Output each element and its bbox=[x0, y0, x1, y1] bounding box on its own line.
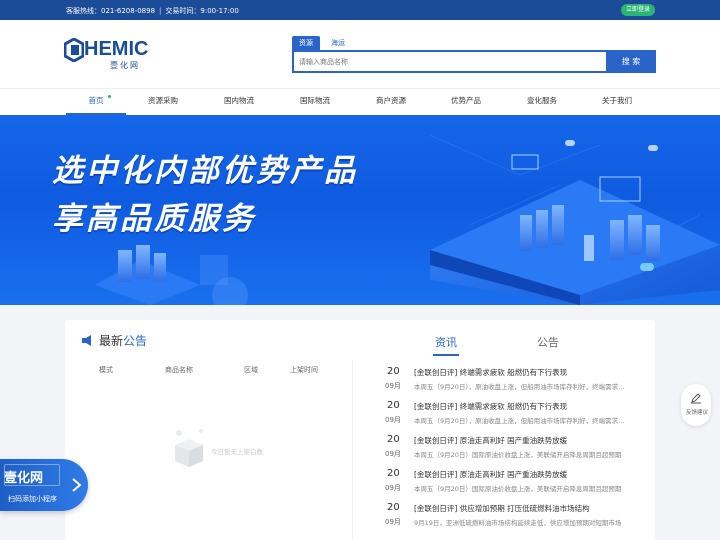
nav-item-label: 商户资源 bbox=[376, 96, 406, 105]
nav-item-merchants[interactable]: 商户资源 bbox=[361, 89, 421, 115]
nav-item-services[interactable]: 壹化服务 bbox=[512, 89, 572, 115]
announcement-title: 最新公告 bbox=[99, 332, 147, 349]
news-month: 09月 bbox=[385, 450, 401, 458]
search-box: 搜 索 bbox=[292, 50, 656, 73]
nav-item-label: 首页 bbox=[88, 96, 104, 105]
search-input[interactable] bbox=[294, 52, 606, 71]
search-button[interactable]: 搜 索 bbox=[606, 50, 656, 73]
news-day: 20 bbox=[387, 400, 400, 411]
news-title[interactable]: [金联创日评] 终端需求疲软 船燃仍有下行表现 bbox=[414, 367, 567, 378]
news-item[interactable]: 20 09月 [金联创日评] 终端需求疲软 船燃仍有下行表现 本周五（9月20日… bbox=[383, 400, 645, 434]
new-dot bbox=[108, 95, 111, 98]
nav-item-about[interactable]: 关于我们 bbox=[587, 89, 647, 115]
logo-text: HEMIC bbox=[84, 38, 149, 60]
tab-label: 资讯 bbox=[435, 336, 457, 349]
nav-item-label: 国内物流 bbox=[224, 96, 254, 105]
logo[interactable]: HEMIC 壹化网 bbox=[64, 38, 149, 70]
news-day: 20 bbox=[387, 468, 400, 479]
tab-news[interactable]: 资讯 bbox=[433, 334, 459, 356]
header: HEMIC 壹化网 资源 海运 搜 索 首页 资源采购 国内物流 国际物流 商户… bbox=[0, 20, 720, 115]
feedback-button[interactable]: 反馈建议 bbox=[681, 384, 711, 426]
column-header-product: 商品名称 bbox=[165, 366, 193, 374]
logo-hexagon-icon bbox=[64, 38, 84, 62]
nav-item-label: 壹化服务 bbox=[527, 96, 557, 105]
news-desc: 本周五（9月20日），原油收盘上涨，但船用油市场库存利好，终端需求疲软 bbox=[414, 383, 626, 391]
column-header-listed-time: 上架时间 bbox=[290, 366, 318, 374]
news-item[interactable]: 20 09月 [金联创日评] 原油走高利好 国产重油跌势放缓 本周五（9月20日… bbox=[383, 434, 645, 468]
nav-item-home[interactable]: 首页 bbox=[66, 89, 126, 115]
news-title[interactable]: [金联创日评] 终端需求疲软 船燃仍有下行表现 bbox=[414, 401, 567, 412]
search-tab-resources[interactable]: 资源 bbox=[292, 36, 320, 50]
news-desc: 本周五（9月20日），原油收盘上涨，但船用油市场库存利好，终端需求疲软 bbox=[414, 417, 626, 425]
news-day: 20 bbox=[387, 434, 400, 445]
divider bbox=[352, 360, 353, 540]
nav-item-label: 国际物流 bbox=[300, 96, 330, 105]
news-desc: 9月19日，亚洲低硫燃料油市场结构延续走低，供应增加预期对短期市场 bbox=[414, 519, 622, 527]
news-month: 09月 bbox=[385, 382, 401, 390]
feedback-label: 反馈建议 bbox=[685, 410, 708, 416]
main-nav: 首页 资源采购 国内物流 国际物流 商户资源 优势产品 壹化服务 关于我们 bbox=[0, 88, 720, 115]
login-button[interactable]: 立即登录 bbox=[621, 4, 655, 16]
tab-label: 公告 bbox=[537, 336, 559, 349]
news-desc: 本周五（9月20日）国际原油价收盘上涨，美联储开启降息周期且超预期 bbox=[414, 451, 622, 459]
news-title[interactable]: [金联创日评] 原油走高利好 国产重油跌势放缓 bbox=[414, 435, 567, 446]
announcement-title-prefix: 最新 bbox=[99, 334, 124, 348]
nav-item-domestic-logistics[interactable]: 国内物流 bbox=[209, 89, 269, 115]
carousel-dots bbox=[338, 294, 386, 305]
logo-subtitle: 壹化网 bbox=[110, 61, 140, 70]
news-item[interactable]: 20 09月 [金联创日评] 终端需求疲软 船燃仍有下行表现 本周五（9月20日… bbox=[383, 366, 645, 400]
separator: | bbox=[159, 7, 162, 15]
nav-item-procurement[interactable]: 资源采购 bbox=[133, 89, 193, 115]
search-tab-shipping[interactable]: 海运 bbox=[326, 36, 350, 50]
tab-notices[interactable]: 公告 bbox=[537, 334, 559, 350]
news-item[interactable]: 20 09月 [金联创日评] 供应增加预期 打压低硫燃料油市场结构 9月19日，… bbox=[383, 502, 645, 536]
mini-program-label: 扫码添加小程序 bbox=[8, 495, 57, 503]
news-month: 09月 bbox=[385, 484, 401, 492]
content-panel: 最新公告 模式 商品名称 区域 上架时间 今日暂无上架白数 资讯 公告 20 0… bbox=[65, 320, 655, 540]
top-bar: 客服热线：021-6208-0898 | 交易时间：9:00-17:00 立即登录 bbox=[0, 0, 720, 20]
trading-hours-text: 交易时间：9:00-17:00 bbox=[165, 7, 239, 15]
banner-headline: 选中化内部优势产品 bbox=[52, 153, 358, 189]
column-header-mode: 模式 bbox=[99, 366, 113, 374]
nav-item-label: 优势产品 bbox=[451, 96, 481, 105]
hero-banner[interactable]: 选中化内部优势产品 享高品质服务 bbox=[0, 115, 720, 305]
active-tab-underline bbox=[433, 354, 459, 356]
nav-item-products[interactable]: 优势产品 bbox=[436, 89, 496, 115]
news-month: 09月 bbox=[385, 518, 401, 526]
mini-program-name: 壹化网 bbox=[4, 471, 44, 486]
hotline-text: 客服热线：021-6208-0898 bbox=[66, 7, 156, 15]
nav-item-intl-logistics[interactable]: 国际物流 bbox=[285, 89, 345, 115]
empty-state-text: 今日暂无上架白数 bbox=[211, 448, 263, 456]
mini-program-widget[interactable]: 壹化网 扫码添加小程序 bbox=[0, 459, 88, 511]
megaphone-icon bbox=[82, 335, 91, 346]
news-item[interactable]: 20 09月 [金联创日评] 原油走高利好 国产重油跌势放缓 本周五（9月20日… bbox=[383, 468, 645, 502]
news-day: 20 bbox=[387, 366, 400, 377]
banner-subheadline: 享高品质服务 bbox=[52, 201, 256, 237]
news-desc: 本周五（9月20日）国际原油价收盘上涨，美联储开启降息周期且超预期 bbox=[414, 485, 622, 493]
nav-item-label: 关于我们 bbox=[602, 96, 632, 105]
chevron-right-icon bbox=[72, 478, 82, 492]
announcement-title-highlight: 公告 bbox=[123, 334, 148, 348]
news-day: 20 bbox=[387, 502, 400, 513]
pencil-icon bbox=[691, 393, 701, 404]
news-title[interactable]: [金联创日评] 供应增加预期 打压低硫燃料油市场结构 bbox=[414, 503, 590, 514]
nav-item-label: 资源采购 bbox=[148, 96, 178, 105]
contact-info: 客服热线：021-6208-0898 | 交易时间：9:00-17:00 bbox=[66, 6, 239, 16]
news-title[interactable]: [金联创日评] 原油走高利好 国产重油跌势放缓 bbox=[414, 469, 567, 480]
empty-box-icon bbox=[175, 429, 203, 467]
news-month: 09月 bbox=[385, 416, 401, 424]
column-header-region: 区域 bbox=[244, 366, 258, 374]
